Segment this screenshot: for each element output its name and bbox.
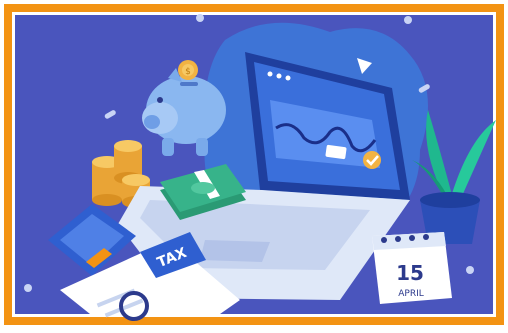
- illustration-frame: $ 15 APRIL TAX: [0, 0, 508, 329]
- decor-dot: [466, 266, 474, 274]
- decor-dot: [404, 16, 412, 24]
- trackpad: [200, 240, 270, 262]
- tax-finance-illustration: $ 15 APRIL TAX: [0, 0, 508, 329]
- calendar-month: APRIL: [398, 289, 424, 299]
- decor-dot: [24, 284, 32, 292]
- svg-text:$: $: [185, 67, 191, 77]
- decor-dot: [196, 14, 204, 22]
- check-badge-icon: [363, 151, 381, 169]
- calendar: 15 APRIL: [372, 232, 452, 304]
- coin-icon: $: [178, 60, 198, 80]
- calendar-day: 15: [396, 261, 424, 285]
